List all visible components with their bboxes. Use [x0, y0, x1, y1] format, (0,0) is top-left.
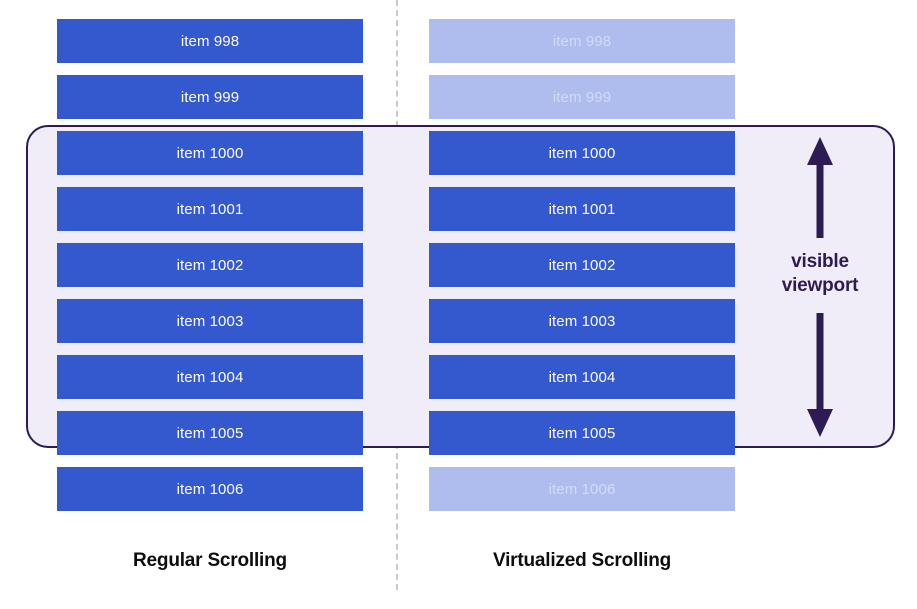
viewport-annotation: visible viewport: [745, 125, 895, 448]
list-item: item 1004: [57, 355, 363, 399]
list-item: item 1001: [429, 187, 735, 231]
list-item: item 1003: [429, 299, 735, 343]
viewport-label-line2: viewport: [781, 274, 859, 296]
list-item: item 1005: [57, 411, 363, 455]
list-item: item 1004: [429, 355, 735, 399]
caption-regular-scrolling: Regular Scrolling: [133, 550, 287, 571]
diagram-canvas: item 998 item 999 item 1000 item 1001 it…: [0, 0, 917, 609]
list-item: item 1000: [429, 131, 735, 175]
viewport-label-line1: visible: [791, 251, 849, 272]
list-item: item 1003: [57, 299, 363, 343]
list-item: item 1000: [57, 131, 363, 175]
caption-virtualized-scrolling: Virtualized Scrolling: [492, 550, 672, 571]
list-item: item 998: [429, 19, 735, 63]
list-item: item 1002: [57, 243, 363, 287]
list-item: item 1006: [57, 467, 363, 511]
list-item: item 1001: [57, 187, 363, 231]
list-item: item 999: [429, 75, 735, 119]
list-item: item 1002: [429, 243, 735, 287]
viewport-label: visible viewport: [745, 250, 895, 298]
list-item: item 1005: [429, 411, 735, 455]
list-item: item 1006: [429, 467, 735, 511]
list-item: item 998: [57, 19, 363, 63]
list-item: item 999: [57, 75, 363, 119]
